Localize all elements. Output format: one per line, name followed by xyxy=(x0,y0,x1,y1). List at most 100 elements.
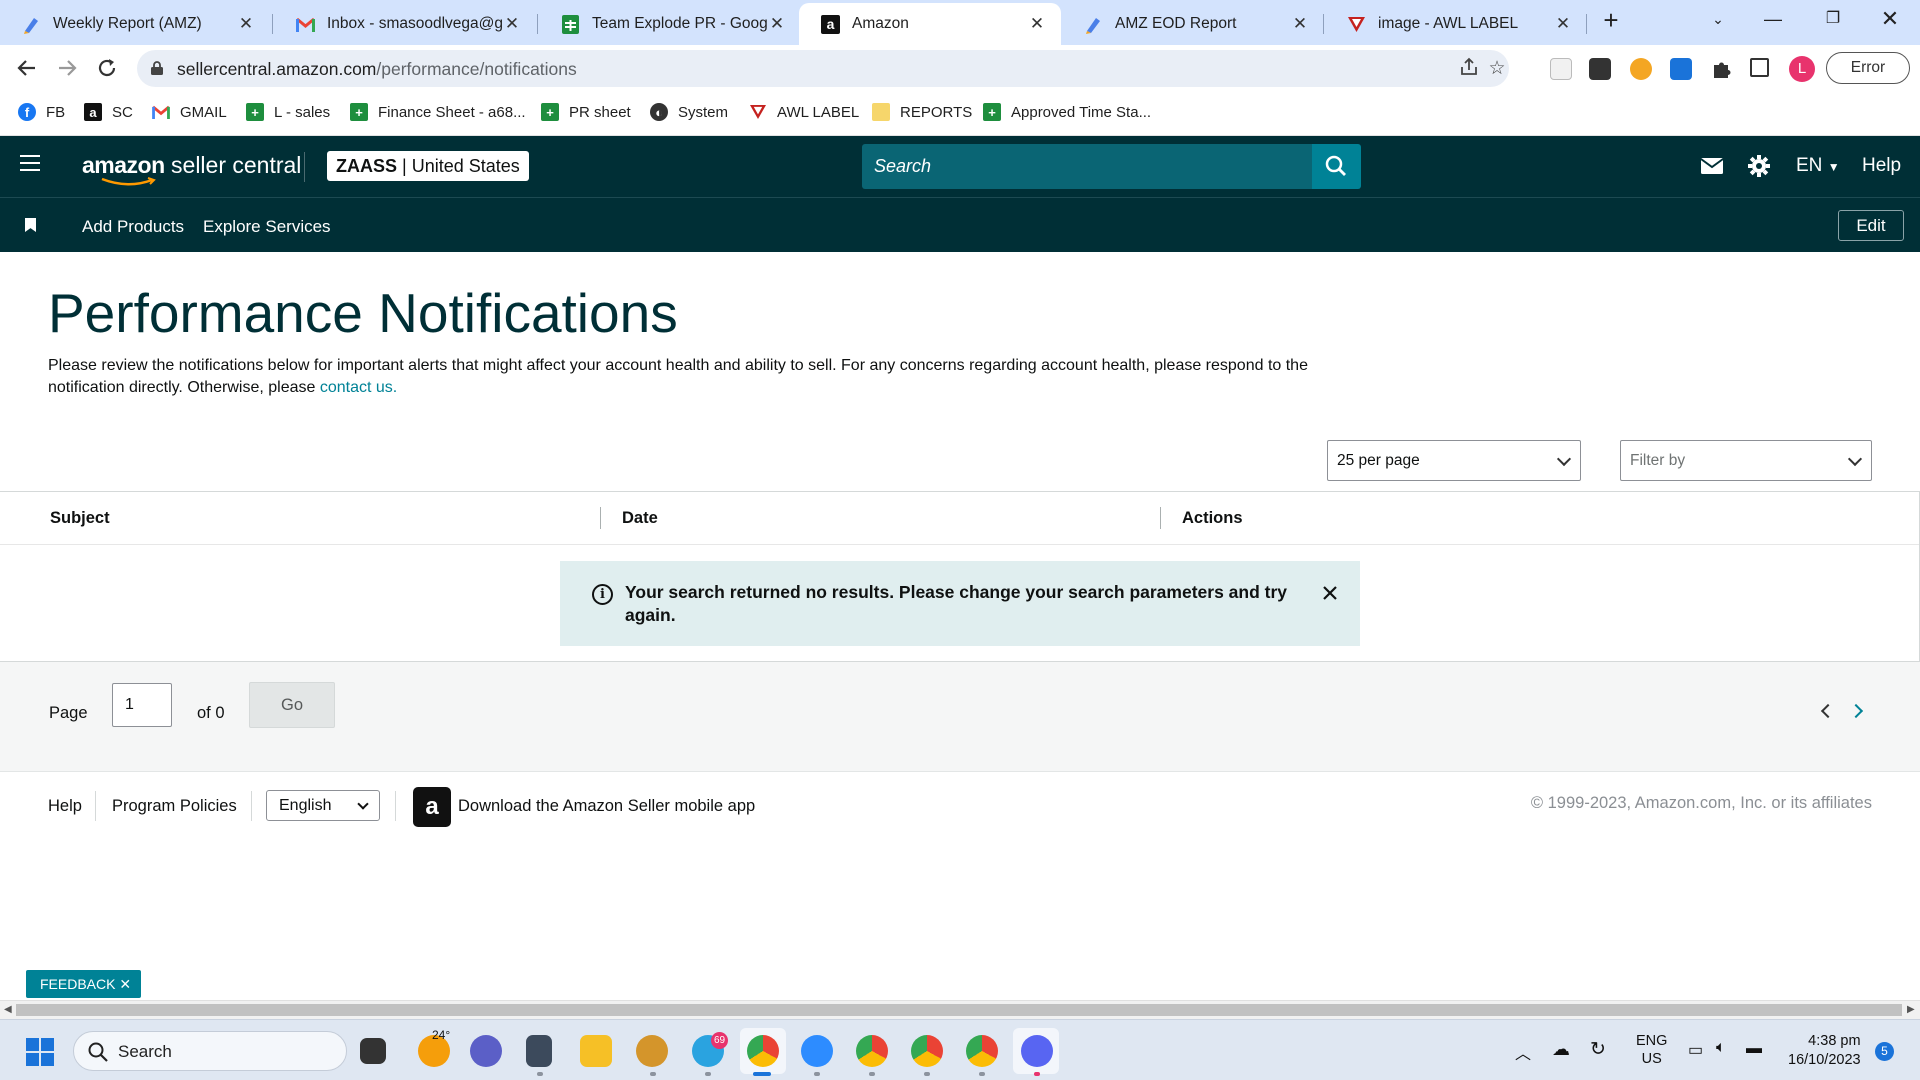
seller-central-logo[interactable]: amazon seller central xyxy=(82,152,301,186)
close-window-icon[interactable]: ✕ xyxy=(1862,0,1918,40)
search-button[interactable] xyxy=(1312,144,1361,189)
volume-icon[interactable]: 🔈︎ xyxy=(1716,1039,1726,1057)
chrome-icon[interactable] xyxy=(966,1035,998,1067)
minimize-icon[interactable]: — xyxy=(1745,0,1801,40)
extension-icon[interactable] xyxy=(1550,58,1572,80)
page-label: Page xyxy=(49,704,88,722)
side-panel-icon[interactable] xyxy=(1750,58,1769,77)
store-selector[interactable]: ZAASS | United States xyxy=(327,151,529,181)
close-icon[interactable]: ✕ xyxy=(767,14,787,34)
mail-icon[interactable] xyxy=(1700,154,1726,180)
bookmark-icon[interactable] xyxy=(25,218,36,232)
bookmark-pr-sheet[interactable]: + PR sheet xyxy=(541,103,631,121)
horizontal-scrollbar[interactable]: ◀ ▶ xyxy=(0,1000,1920,1019)
extension-icon[interactable] xyxy=(1630,58,1652,80)
browser-tab[interactable]: Weekly Report (AMZ) ✕ xyxy=(0,3,270,45)
profile-avatar[interactable]: L xyxy=(1789,56,1815,82)
bookmark-finance-sheet[interactable]: + Finance Sheet - a68... xyxy=(350,103,526,121)
footer-language-select[interactable]: English xyxy=(266,790,380,821)
chrome-icon[interactable] xyxy=(747,1035,779,1067)
bookmark-system[interactable]: ◐ System xyxy=(650,103,728,121)
taskbar-search[interactable]: Search xyxy=(73,1031,347,1071)
monitor-icon[interactable]: ▭ xyxy=(1688,1040,1703,1060)
help-link[interactable]: Help xyxy=(1862,155,1901,177)
zoom-icon[interactable] xyxy=(801,1035,833,1067)
battery-icon[interactable]: ▬ xyxy=(1746,1040,1762,1058)
previous-page-icon[interactable] xyxy=(1820,703,1836,719)
bookmark-l-sales[interactable]: + L - sales xyxy=(246,103,330,121)
settings-gear-icon[interactable] xyxy=(1747,154,1773,180)
tab-search-icon[interactable]: ⌄ xyxy=(1690,0,1746,40)
awl-icon xyxy=(1347,15,1366,34)
forward-icon[interactable] xyxy=(52,53,82,83)
cloud-icon[interactable]: ☁ xyxy=(1552,1039,1570,1060)
language-selector[interactable]: EN ▼ xyxy=(1796,155,1840,177)
extension-icon[interactable] xyxy=(1589,58,1611,80)
column-date[interactable]: Date xyxy=(622,509,658,528)
windows-start-icon[interactable] xyxy=(26,1038,54,1066)
error-button[interactable]: Error xyxy=(1826,52,1910,84)
chrome-icon[interactable] xyxy=(911,1035,943,1067)
browser-tab[interactable]: AMZ EOD Report ✕ xyxy=(1062,3,1324,45)
bookmark-fb[interactable]: f FB xyxy=(18,103,65,121)
footer-help-link[interactable]: Help xyxy=(48,797,82,816)
calculator-icon[interactable] xyxy=(526,1035,552,1067)
bookmark-reports[interactable]: REPORTS xyxy=(872,103,972,121)
file-explorer-icon[interactable] xyxy=(580,1035,612,1067)
browser-tab[interactable]: Team Explode PR - Google Sheets ✕ xyxy=(539,3,801,45)
feedback-button[interactable]: FEEDBACK ✕ xyxy=(26,970,141,998)
close-icon[interactable]: ✕ xyxy=(1553,14,1573,34)
program-policies-link[interactable]: Program Policies xyxy=(112,797,237,816)
bookmark-sc[interactable]: a SC xyxy=(84,103,133,121)
close-icon[interactable]: ✕ xyxy=(1027,14,1047,34)
input-language[interactable]: ENG US xyxy=(1636,1032,1667,1068)
bookmark-approved-time[interactable]: + Approved Time Sta... xyxy=(983,103,1151,121)
restore-icon[interactable]: ❐ xyxy=(1805,0,1861,40)
close-icon[interactable] xyxy=(1318,581,1342,605)
divider xyxy=(304,152,305,182)
download-app-link[interactable]: Download the Amazon Seller mobile app xyxy=(458,797,755,816)
extension-icon[interactable] xyxy=(1670,58,1692,80)
edit-button[interactable]: Edit xyxy=(1838,210,1904,241)
discord-icon[interactable] xyxy=(1021,1035,1053,1067)
add-products-link[interactable]: Add Products xyxy=(82,217,184,237)
per-page-select[interactable]: 25 per page xyxy=(1327,440,1581,481)
clock[interactable]: 4:38 pm 16/10/2023 xyxy=(1788,1032,1861,1070)
filter-select[interactable]: Filter by xyxy=(1620,440,1872,481)
page-number-input[interactable] xyxy=(112,683,172,727)
app-icon[interactable] xyxy=(636,1035,668,1067)
contact-us-link[interactable]: contact us. xyxy=(320,379,397,396)
search-input[interactable]: Search xyxy=(862,144,1312,189)
next-page-icon[interactable] xyxy=(1848,703,1864,719)
puzzle-icon[interactable] xyxy=(1711,58,1733,80)
scrollbar-thumb[interactable] xyxy=(16,1004,1902,1016)
chevron-up-icon[interactable]: ︿ xyxy=(1515,1040,1531,1064)
new-tab-button[interactable]: + xyxy=(1596,6,1626,36)
close-icon[interactable]: ✕ xyxy=(236,14,256,34)
sync-icon[interactable]: ↻ xyxy=(1590,1038,1606,1061)
close-icon[interactable]: ✕ xyxy=(502,14,522,34)
browser-tab[interactable]: image - AWL LABEL ✕ xyxy=(1325,3,1587,45)
bookmark-awl-label[interactable]: AWL LABEL xyxy=(749,103,859,121)
task-view-icon[interactable] xyxy=(360,1038,386,1064)
scroll-right-icon[interactable]: ▶ xyxy=(1907,1004,1915,1015)
chrome-icon[interactable] xyxy=(856,1035,888,1067)
column-subject[interactable]: Subject xyxy=(50,509,110,528)
scroll-left-icon[interactable]: ◀ xyxy=(4,1004,12,1015)
star-icon[interactable]: ☆ xyxy=(1485,57,1509,81)
column-actions: Actions xyxy=(1182,509,1243,527)
go-button[interactable]: Go xyxy=(249,682,335,728)
notification-count[interactable]: 5 xyxy=(1875,1042,1894,1061)
close-icon[interactable]: ✕ xyxy=(1290,14,1310,34)
back-icon[interactable] xyxy=(12,53,42,83)
teams-chat-icon[interactable] xyxy=(470,1035,502,1067)
address-bar[interactable]: sellercentral.amazon.com/performance/not… xyxy=(137,50,1509,87)
hamburger-menu-icon[interactable] xyxy=(20,155,40,171)
share-icon[interactable] xyxy=(1457,57,1481,81)
explore-services-link[interactable]: Explore Services xyxy=(203,217,331,237)
browser-tab[interactable]: Inbox - smasoodlvega@gmail.com ✕ xyxy=(274,3,536,45)
reload-icon[interactable] xyxy=(92,53,122,83)
bookmark-gmail[interactable]: GMAIL xyxy=(152,103,227,121)
close-icon[interactable]: ✕ xyxy=(119,976,131,992)
browser-tab-active[interactable]: a Amazon ✕ xyxy=(799,3,1061,45)
